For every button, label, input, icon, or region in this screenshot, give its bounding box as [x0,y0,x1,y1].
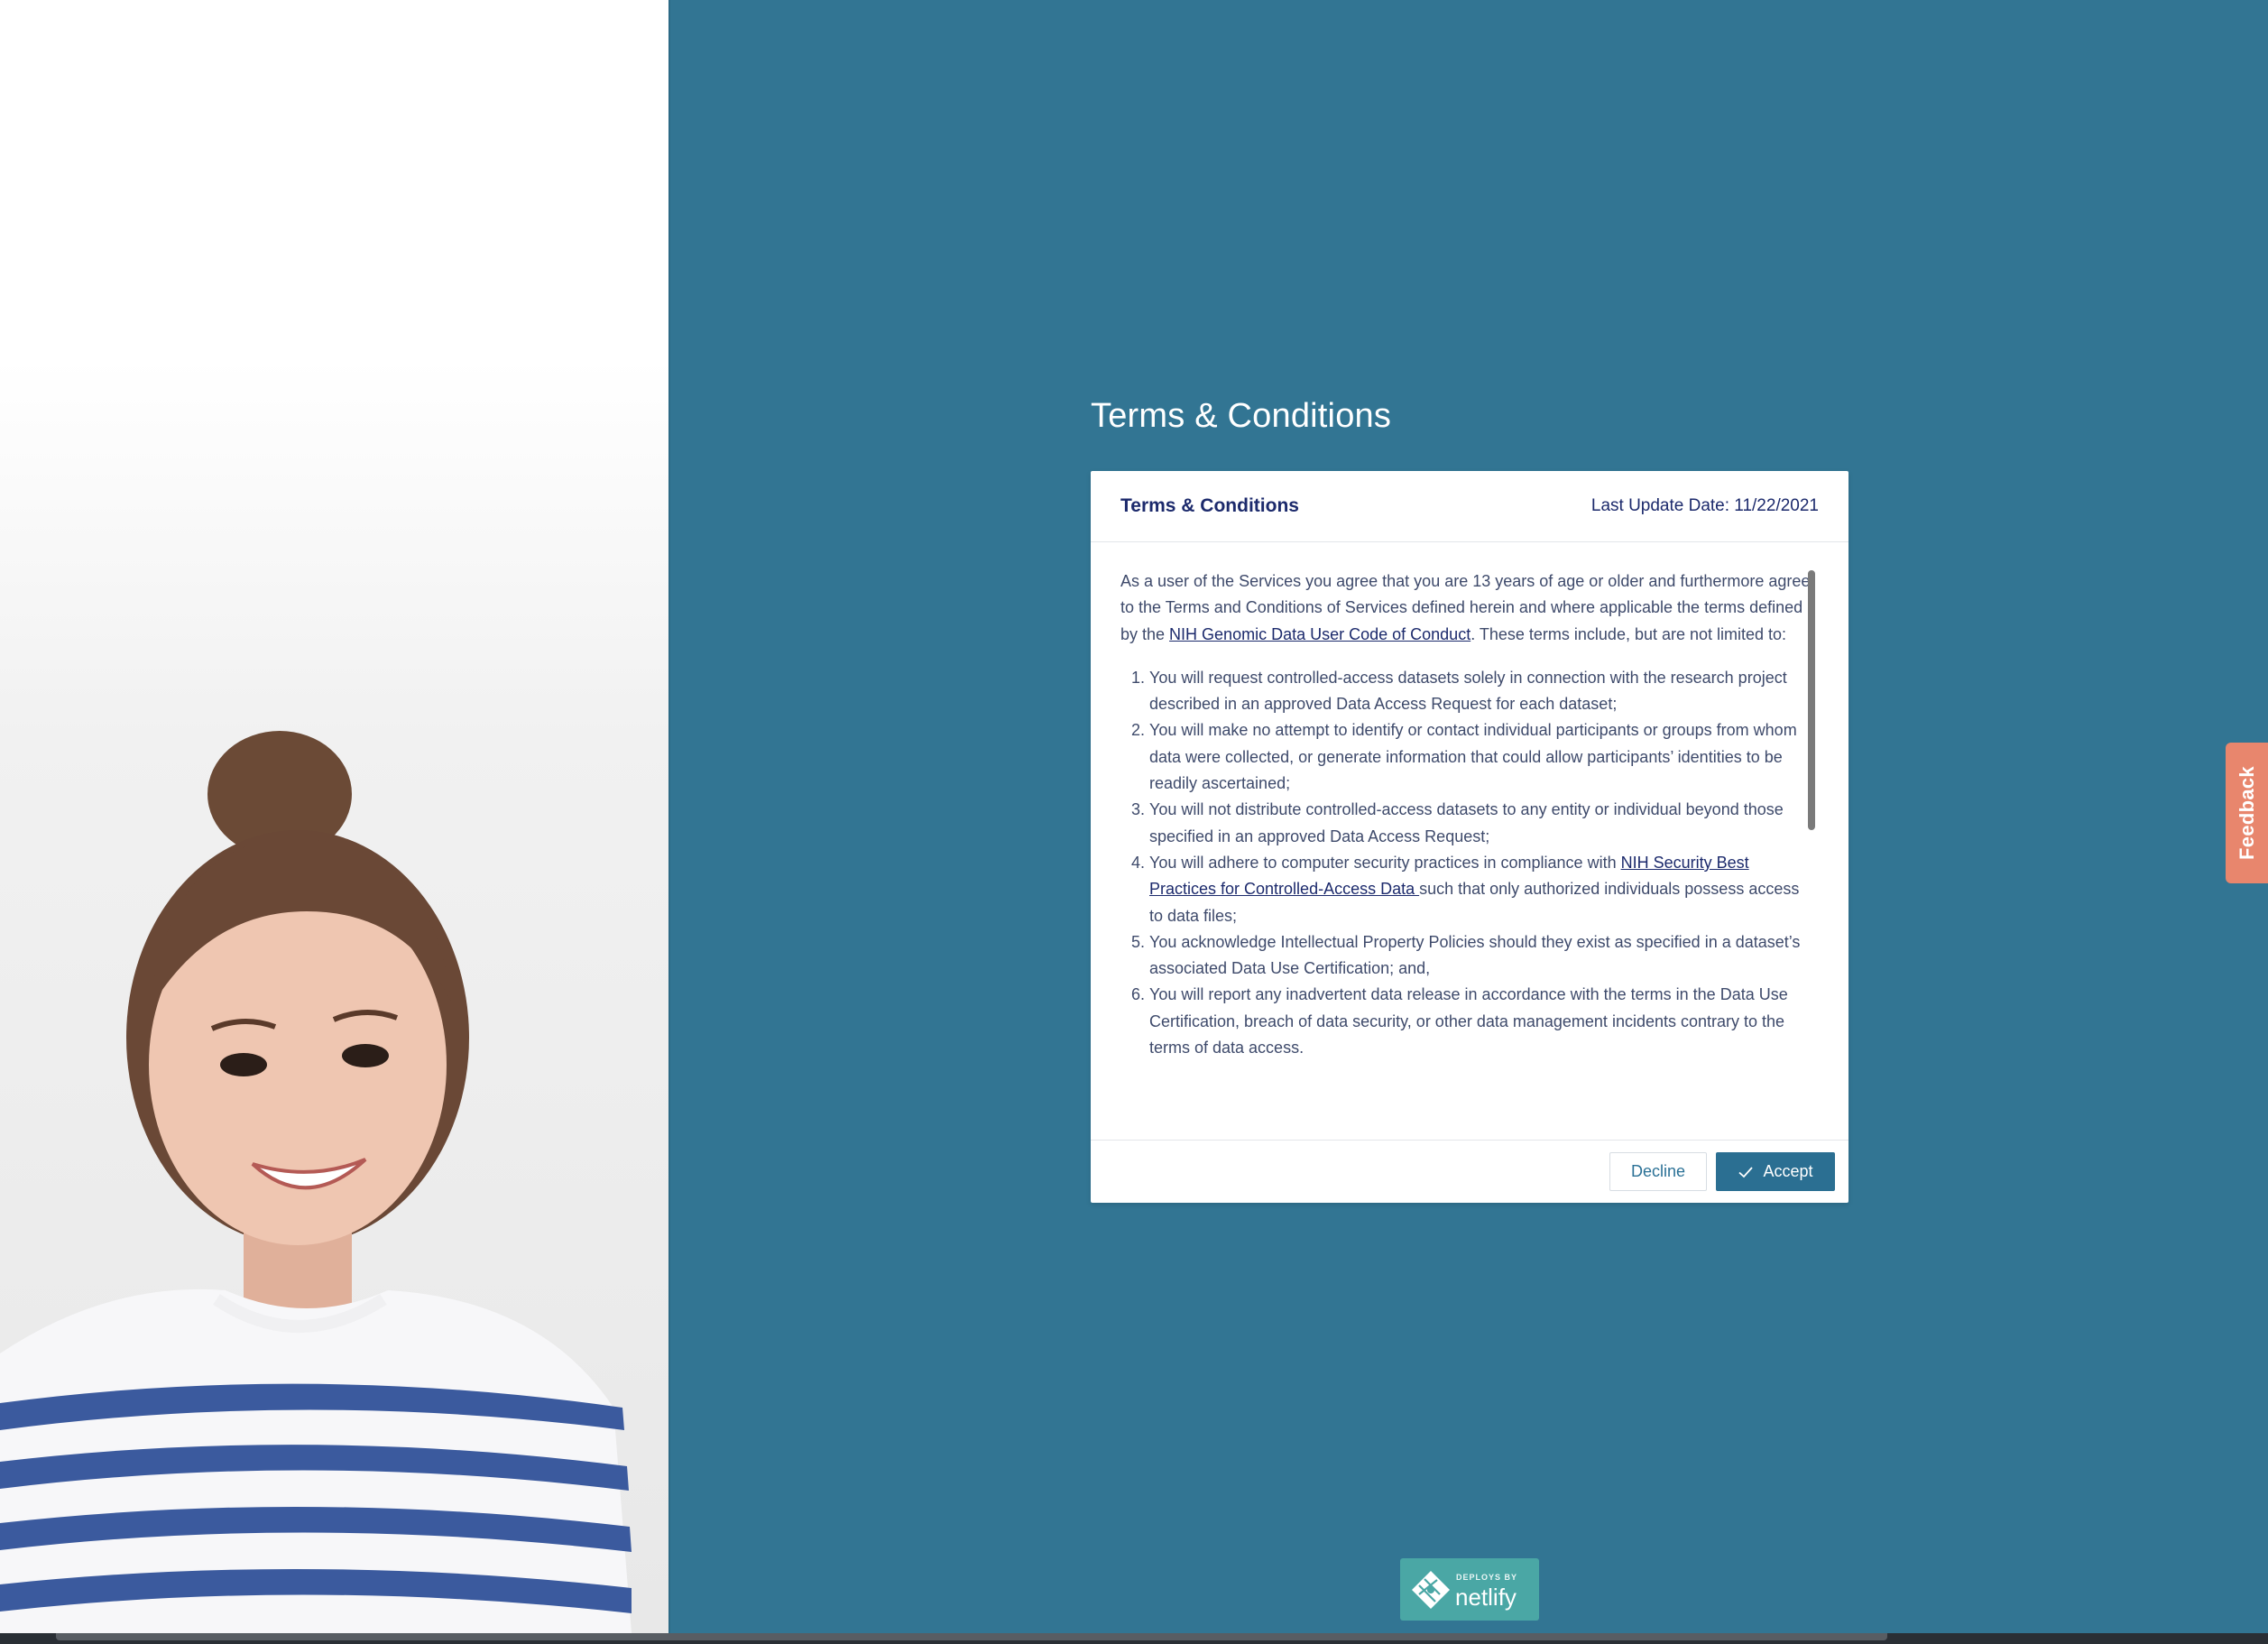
terms-list: You will request controlled-access datas… [1120,665,1811,1061]
netlify-wordmark: netlify [1455,1584,1517,1611]
horizontal-scrollbar [0,1633,2268,1644]
terms-dialog-title: Terms & Conditions [1120,495,1299,516]
list-item: You acknowledge Intellectual Property Po… [1149,929,1811,983]
hero-photo-panel [0,0,668,1633]
page-title: Terms & Conditions [1091,397,1392,435]
netlify-badge[interactable]: DEPLOYS BY netlify [1400,1558,1539,1621]
last-update-date: Last Update Date: 11/22/2021 [1590,496,1819,515]
list-item: You will request controlled-access datas… [1149,665,1811,718]
terms-scrollbar[interactable] [1808,570,1815,830]
list-item: You will make no attempt to identify or … [1149,717,1811,797]
check-icon [1738,1166,1754,1178]
terms-dialog: Terms & Conditions Last Update Date: 11/… [1091,471,1849,1203]
terms-intro: As a user of the Services you agree that… [1120,572,1811,643]
netlify-deploys-by: DEPLOYS BY [1456,1573,1518,1582]
accept-button[interactable]: Accept [1716,1152,1835,1191]
list-item: You will not distribute controlled-acces… [1149,797,1811,850]
child-portrait-image [0,731,632,1633]
list-item: You will adhere to computer security pra… [1149,850,1811,929]
terms-scroll-area[interactable]: As a user of the Services you agree that… [1120,568,1811,1110]
terms-dialog-header: Terms & Conditions Last Update Date: 11/… [1091,471,1849,542]
terms-dialog-footer: Decline Accept [1091,1140,1849,1203]
netlify-logo-icon [1412,1571,1450,1609]
list-item: You will report any inadvertent data rel… [1149,982,1811,1061]
decline-button[interactable]: Decline [1609,1152,1707,1191]
nih-code-of-conduct-link[interactable]: NIH Genomic Data User Code of Conduct [1169,625,1471,643]
horizontal-scrollbar-thumb[interactable] [56,1633,1887,1640]
feedback-tab[interactable]: Feedback [2226,743,2268,883]
